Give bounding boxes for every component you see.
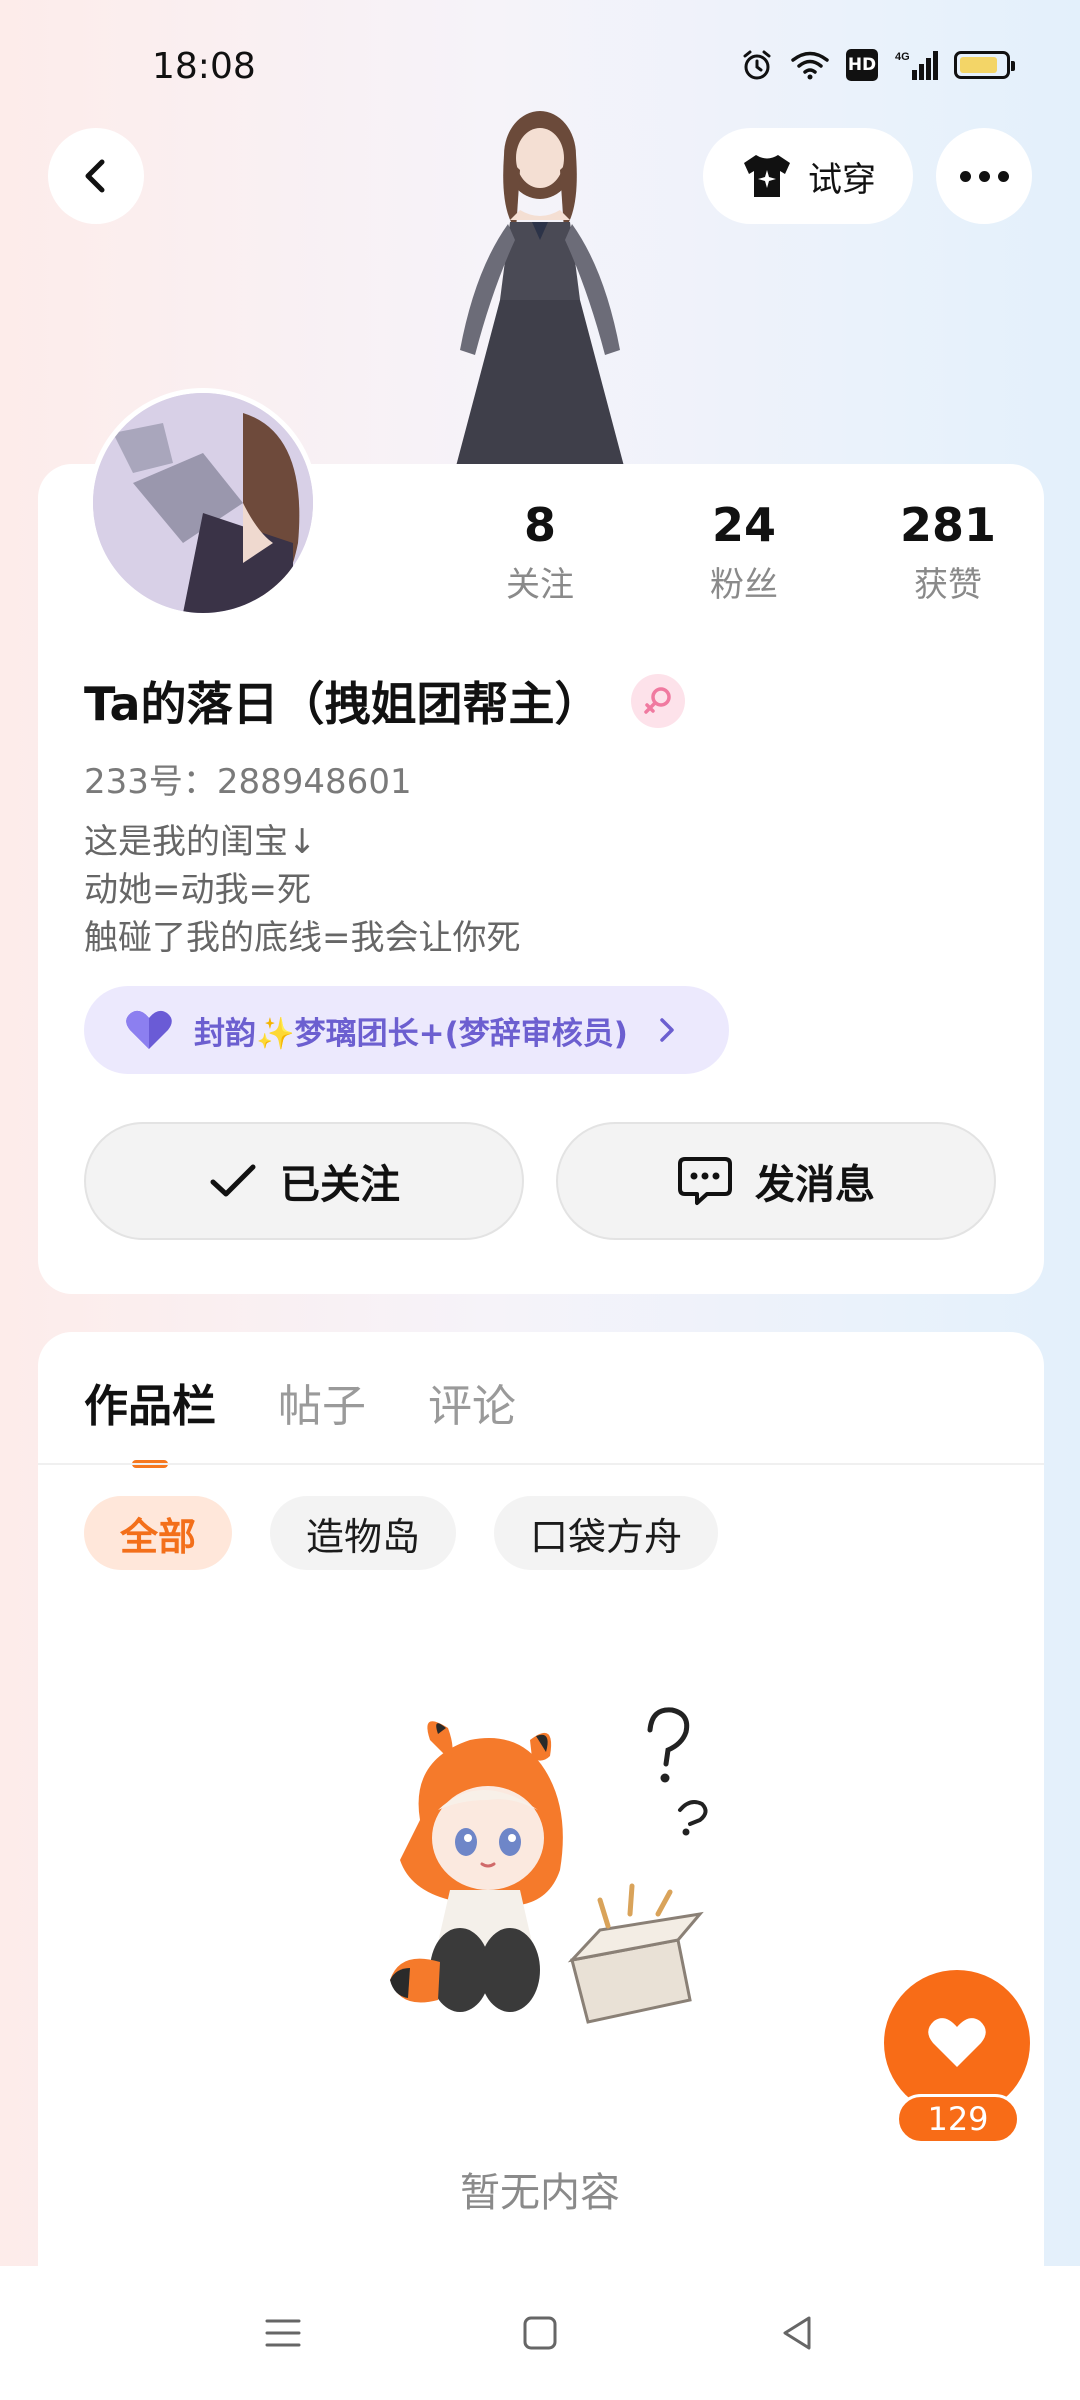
battery-icon [954,51,1015,79]
follow-button[interactable]: 已关注 [84,1122,524,1240]
avatar[interactable] [88,388,318,618]
divider [38,1463,1044,1465]
avatar-3d-figure[interactable] [420,100,660,470]
follow-label: 已关注 [280,1162,400,1208]
alarm-icon [743,50,771,80]
stat-value: 8 [523,498,556,552]
chat-icon [678,1157,732,1205]
tshirt-icon [744,155,790,197]
status-icons: HD 4G [740,48,1015,82]
bio-line: 触碰了我的底线=我会让你死 [84,918,521,958]
heart-icon [928,2018,986,2067]
filter-chip-creation-island[interactable]: 造物岛 [270,1496,457,1570]
empty-state-text: 暂无内容 [460,2170,620,2216]
more-dot [997,170,1009,182]
battery-level [960,57,998,73]
triangle-back-icon [783,2316,811,2350]
group-label: 封韵✨梦璃团长+(梦辞审核员) [194,1015,628,1052]
tab-posts[interactable]: 帖子 [278,1370,366,1434]
more-dot [959,170,971,182]
menu-nav-button[interactable] [258,2308,308,2358]
back-button[interactable] [48,128,144,224]
stat-likes[interactable]: 281 获赞 [846,500,1050,606]
heart-icon [126,1010,172,1049]
back-nav-button[interactable] [772,2308,822,2358]
stat-label: 关注 [506,564,574,605]
square-icon [523,2316,557,2350]
tab-comments[interactable]: 评论 [428,1370,516,1434]
more-button[interactable] [936,128,1032,224]
tryon-button[interactable]: 试穿 [703,128,913,224]
group-badge[interactable]: 封韵✨梦璃团长+(梦辞审核员) [84,986,729,1074]
hd-icon: HD [846,49,878,81]
bio-line: 动她=动我=死 [84,870,311,910]
bio: 这是我的闺宝↓ 动她=动我=死 触碰了我的底线=我会让你死 [84,818,521,962]
filter-chip-pocket-ark[interactable]: 口袋方舟 [494,1496,719,1570]
tab-label: 帖子 [278,1381,366,1432]
tab-label: 作品栏 [84,1381,216,1432]
like-count: 129 [896,2094,1020,2144]
avatar-image [93,393,313,613]
stat-label: 获赞 [914,564,982,605]
username-row: Ta的落日（拽姐团帮主） [84,668,685,734]
empty-state-illustration [390,1707,708,2024]
chevron-right-icon [660,1018,674,1042]
stat-followers[interactable]: 24 粉丝 [642,500,846,606]
home-nav-button[interactable] [515,2308,565,2358]
stat-value: 24 [711,498,776,552]
check-icon [210,1164,256,1197]
filter-chips: 全部 造物岛 口袋方舟 [84,1496,719,1570]
content-tabs: 作品栏 帖子 评论 [84,1370,516,1468]
more-dot [978,170,990,182]
svg-text:4G: 4G [895,51,910,63]
username: Ta的落日（拽姐团帮主） [84,677,601,731]
wifi-icon [791,51,829,80]
chevron-left-icon [85,159,105,193]
user-id: 233号：288948601 [84,762,412,802]
female-icon [630,674,685,728]
system-nav-bar [0,2266,1080,2400]
message-button[interactable]: 发消息 [556,1122,996,1240]
bio-line: 这是我的闺宝↓ [84,822,317,862]
menu-icon [265,2319,301,2347]
status-time: 18:08 [152,46,256,87]
filter-chip-all[interactable]: 全部 [84,1496,233,1570]
tab-works[interactable]: 作品栏 [84,1370,216,1468]
tab-label: 评论 [428,1381,516,1432]
profile-stats: 8 关注 24 粉丝 281 获赞 [438,500,1050,606]
stat-label: 粉丝 [710,564,778,605]
stat-following[interactable]: 8 关注 [438,500,642,606]
stat-value: 281 [899,498,997,552]
message-label: 发消息 [755,1162,875,1208]
signal-4g-icon: 4G [895,51,938,80]
tryon-label: 试穿 [808,159,876,200]
